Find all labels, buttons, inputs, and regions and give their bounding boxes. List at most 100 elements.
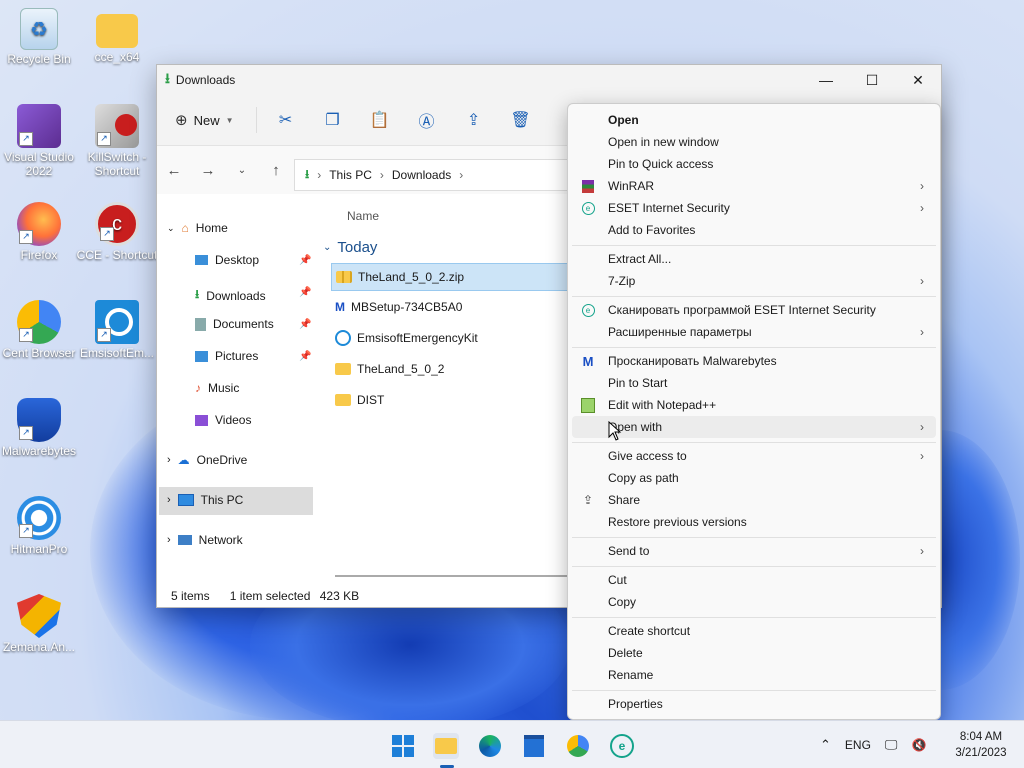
close-button[interactable]: ✕ <box>895 65 941 95</box>
file-name: TheLand_5_0_2.zip <box>358 270 465 284</box>
file-row[interactable]: M MBSetup-734CB5A0 <box>331 294 567 320</box>
menu-item-advanced-params[interactable]: Расширенные параметры › <box>572 321 936 343</box>
file-row[interactable]: TheLand_5_0_2.zip <box>331 263 569 291</box>
nav-downloads[interactable]: ⭳ Downloads <box>195 285 266 306</box>
menu-item-properties[interactable]: Properties <box>572 693 936 715</box>
recent-dropdown-button[interactable]: ⌄ <box>225 165 259 176</box>
nav-music[interactable]: ♪ Music <box>195 381 239 395</box>
desktop-icon-recycle-bin[interactable]: ♻ Recycle Bin <box>0 8 81 66</box>
desktop-icon-cce[interactable]: c ↗ CCE - Shortcut <box>75 202 159 262</box>
chevron-right-icon: › <box>920 201 924 215</box>
menu-item-label: Open <box>608 113 639 127</box>
desktop-icon-label: HitmanPro <box>10 542 68 556</box>
back-button[interactable]: ← <box>157 162 191 179</box>
menu-item-copy-as-path[interactable]: Copy as path <box>572 467 936 489</box>
nav-network[interactable]: › Network <box>167 533 243 547</box>
menu-item-label: Pin to Start <box>608 376 668 390</box>
new-button[interactable]: ⊕ New ▼ <box>175 105 234 135</box>
taskbar-edge[interactable] <box>477 733 503 759</box>
menu-item-pin-quick-access[interactable]: Pin to Quick access <box>572 153 936 175</box>
desktop-icon-firefox[interactable]: ↗ Firefox <box>0 202 81 262</box>
nav-onedrive[interactable]: › ☁ OneDrive <box>167 453 247 467</box>
address-bar[interactable]: ⭳ › This PC › Downloads › <box>294 159 586 191</box>
language-indicator[interactable]: ENG <box>845 738 871 752</box>
up-button[interactable]: ↑ <box>259 162 293 179</box>
rename-button[interactable]: Ⓐ <box>412 105 442 135</box>
menu-item-malwarebytes-scan[interactable]: M Просканировать Malwarebytes <box>572 350 936 372</box>
file-name: MBSetup-734CB5A0 <box>351 300 463 314</box>
chevron-up-icon[interactable]: ⌃ <box>820 737 831 753</box>
share-button[interactable]: ⇪ <box>459 105 489 135</box>
navigation-pane: ⌄ ⌂ Home Desktop 📌 ⭳ Downloads 📌 Documen… <box>157 195 315 585</box>
desktop-icon-zemana[interactable]: Zemana.An... <box>0 594 81 654</box>
cut-button[interactable]: ✂ <box>271 105 301 135</box>
delete-button[interactable]: 🗑 <box>506 105 536 135</box>
menu-item-create-shortcut[interactable]: Create shortcut <box>572 620 936 642</box>
nav-home[interactable]: ⌄ ⌂ Home <box>167 221 228 235</box>
column-header-name[interactable]: Name <box>347 209 379 223</box>
minimize-button[interactable]: — <box>803 65 849 95</box>
menu-item-delete[interactable]: Delete <box>572 642 936 664</box>
file-row[interactable]: TheLand_5_0_2 <box>331 356 567 382</box>
desktop-icon-cent-browser[interactable]: ↗ Cent Browser <box>0 300 81 360</box>
taskbar-store[interactable] <box>521 733 547 759</box>
menu-item-open-with[interactable]: Open with › <box>572 416 936 438</box>
visual-studio-icon: ↗ <box>17 104 61 148</box>
desktop-icon-cce-x64[interactable]: cce_x64 <box>75 8 159 64</box>
taskbar-file-explorer[interactable] <box>433 733 459 759</box>
menu-item-restore-versions[interactable]: Restore previous versions <box>572 511 936 533</box>
volume-muted-icon[interactable]: 🔇 <box>911 738 926 752</box>
nav-videos[interactable]: Videos <box>195 413 251 427</box>
taskbar-cent-browser[interactable] <box>565 733 591 759</box>
menu-item-give-access[interactable]: Give access to › <box>572 445 936 467</box>
file-row[interactable]: EmsisoftEmergencyKit <box>331 325 567 351</box>
menu-item-notepadpp[interactable]: Edit with Notepad++ <box>572 394 936 416</box>
desktop-icon-visual-studio[interactable]: ↗ Visual Studio 2022 <box>0 104 81 178</box>
desktop-icon-emsisoft[interactable]: ↗ EmsisoftEm... <box>75 300 159 360</box>
clock-date: 3/21/2023 <box>955 747 1007 759</box>
nav-pictures[interactable]: Pictures <box>195 349 258 363</box>
menu-item-cut[interactable]: Cut <box>572 569 936 591</box>
menu-item-7zip[interactable]: 7-Zip › <box>572 270 936 292</box>
chevron-down-icon: ⌄ <box>167 222 175 233</box>
desktop-icon-malwarebytes[interactable]: ↗ Malwarebytes <box>0 398 81 458</box>
group-header-today[interactable]: ⌄ Today <box>323 239 377 256</box>
downloads-icon: ⭳ <box>165 70 170 86</box>
menu-item-label: Copy as path <box>608 471 679 485</box>
menu-item-rename[interactable]: Rename <box>572 664 936 686</box>
menu-item-eset[interactable]: e ESET Internet Security › <box>572 197 936 219</box>
taskbar-eset[interactable]: e <box>609 733 635 759</box>
nav-this-pc[interactable]: › This PC <box>167 493 243 507</box>
menu-item-copy[interactable]: Copy <box>572 591 936 613</box>
menu-item-open[interactable]: Open <box>572 109 936 131</box>
desktop-icon-killswitch[interactable]: ↗ KillSwitch - Shortcut <box>75 104 159 178</box>
copy-button[interactable]: ❐ <box>318 105 348 135</box>
menu-item-send-to[interactable]: Send to › <box>572 540 936 562</box>
menu-item-add-favorites[interactable]: Add to Favorites <box>572 219 936 241</box>
menu-item-extract-all[interactable]: Extract All... <box>572 248 936 270</box>
desktop-icon-hitmanpro[interactable]: ↗ HitmanPro <box>0 496 81 556</box>
breadcrumb-this-pc[interactable]: This PC <box>329 168 372 182</box>
nav-documents[interactable]: Documents <box>195 317 274 331</box>
folder-icon <box>96 14 138 48</box>
file-row[interactable]: DIST <box>331 387 567 413</box>
menu-item-share[interactable]: ⇪ Share <box>572 489 936 511</box>
breadcrumb-downloads[interactable]: Downloads <box>392 168 451 182</box>
nav-documents-label: Documents <box>213 317 274 331</box>
menu-item-pin-start[interactable]: Pin to Start <box>572 372 936 394</box>
start-button[interactable] <box>390 733 416 759</box>
maximize-button[interactable]: ☐ <box>849 65 895 95</box>
menu-item-winrar[interactable]: WinRAR › <box>572 175 936 197</box>
forward-button[interactable]: → <box>191 162 225 179</box>
clock[interactable]: 8:04 AM 3/21/2023 <box>948 729 1014 761</box>
pin-icon: 📌 <box>299 351 312 362</box>
chevron-right-icon: › <box>920 544 924 558</box>
recycle-bin-icon: ♻ <box>20 8 58 50</box>
menu-item-eset-scan[interactable]: e Сканировать программой ESET Internet Se… <box>572 299 936 321</box>
pin-icon: 📌 <box>299 287 312 298</box>
paste-button[interactable]: 📋 <box>365 105 395 135</box>
network-icon[interactable]: 🖵 <box>885 737 898 753</box>
nav-desktop[interactable]: Desktop <box>195 253 259 267</box>
menu-item-open-new-window[interactable]: Open in new window <box>572 131 936 153</box>
horizontal-scrollbar[interactable] <box>335 575 569 577</box>
